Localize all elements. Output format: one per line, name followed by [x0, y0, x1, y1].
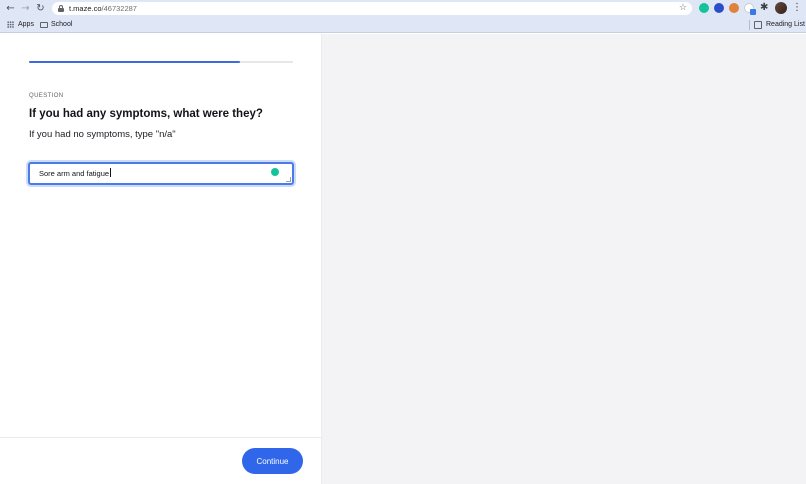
url-domain: t.maze.co: [69, 4, 102, 13]
bookmark-apps[interactable]: Apps: [18, 17, 34, 33]
question-label: QUESTION: [29, 93, 64, 99]
browser-menu-icon[interactable]: ⋮: [792, 1, 802, 15]
progress-bar-fill: [29, 61, 241, 63]
url-path: /46732287: [101, 4, 137, 13]
progress-bar: [29, 61, 293, 63]
answer-text: Sore arm and fatigue: [39, 164, 112, 183]
question-panel: QUESTION If you had any symptoms, what w…: [0, 34, 322, 484]
grammarly-icon[interactable]: [271, 168, 279, 176]
bookmarks-divider: [749, 20, 750, 30]
browser-toolbar: ← → ↻ t.maze.co/46732287 ☆ ✱ ⋮: [0, 0, 806, 17]
reading-list-icon[interactable]: [754, 21, 762, 29]
bookmarks-bar: Apps School Reading List: [0, 17, 806, 33]
google-extension-icon[interactable]: [744, 3, 756, 15]
reading-list-button[interactable]: Reading List: [766, 17, 805, 33]
forward-icon[interactable]: →: [19, 2, 32, 15]
question-title: If you had any symptoms, what were they?: [29, 108, 263, 120]
bookmark-star-icon[interactable]: ☆: [679, 2, 687, 15]
question-subtitle: If you had no symptoms, type "n/a": [29, 129, 176, 140]
lock-icon[interactable]: [58, 5, 64, 12]
answer-textarea[interactable]: Sore arm and fatigue: [28, 162, 294, 185]
apps-grid-icon[interactable]: [7, 21, 14, 28]
extension-icon[interactable]: [729, 3, 739, 13]
text-caret: [110, 168, 112, 177]
profile-avatar[interactable]: [775, 2, 787, 14]
folder-icon[interactable]: [40, 22, 48, 28]
address-bar[interactable]: t.maze.co/46732287 ☆: [52, 2, 692, 15]
resize-handle-icon[interactable]: [286, 177, 291, 182]
extensions-puzzle-icon[interactable]: ✱: [760, 1, 768, 15]
url-text[interactable]: t.maze.co/46732287: [69, 2, 137, 15]
extension-icon[interactable]: [714, 3, 724, 13]
reload-icon[interactable]: ↻: [34, 2, 47, 15]
bookmark-school[interactable]: School: [51, 17, 72, 33]
footer-divider: [0, 437, 322, 438]
answer-value: Sore arm and fatigue: [39, 169, 110, 178]
preview-panel: [322, 34, 806, 484]
back-icon[interactable]: ←: [4, 2, 17, 15]
grammarly-extension-icon[interactable]: [699, 3, 709, 13]
continue-button[interactable]: Continue: [242, 448, 303, 474]
